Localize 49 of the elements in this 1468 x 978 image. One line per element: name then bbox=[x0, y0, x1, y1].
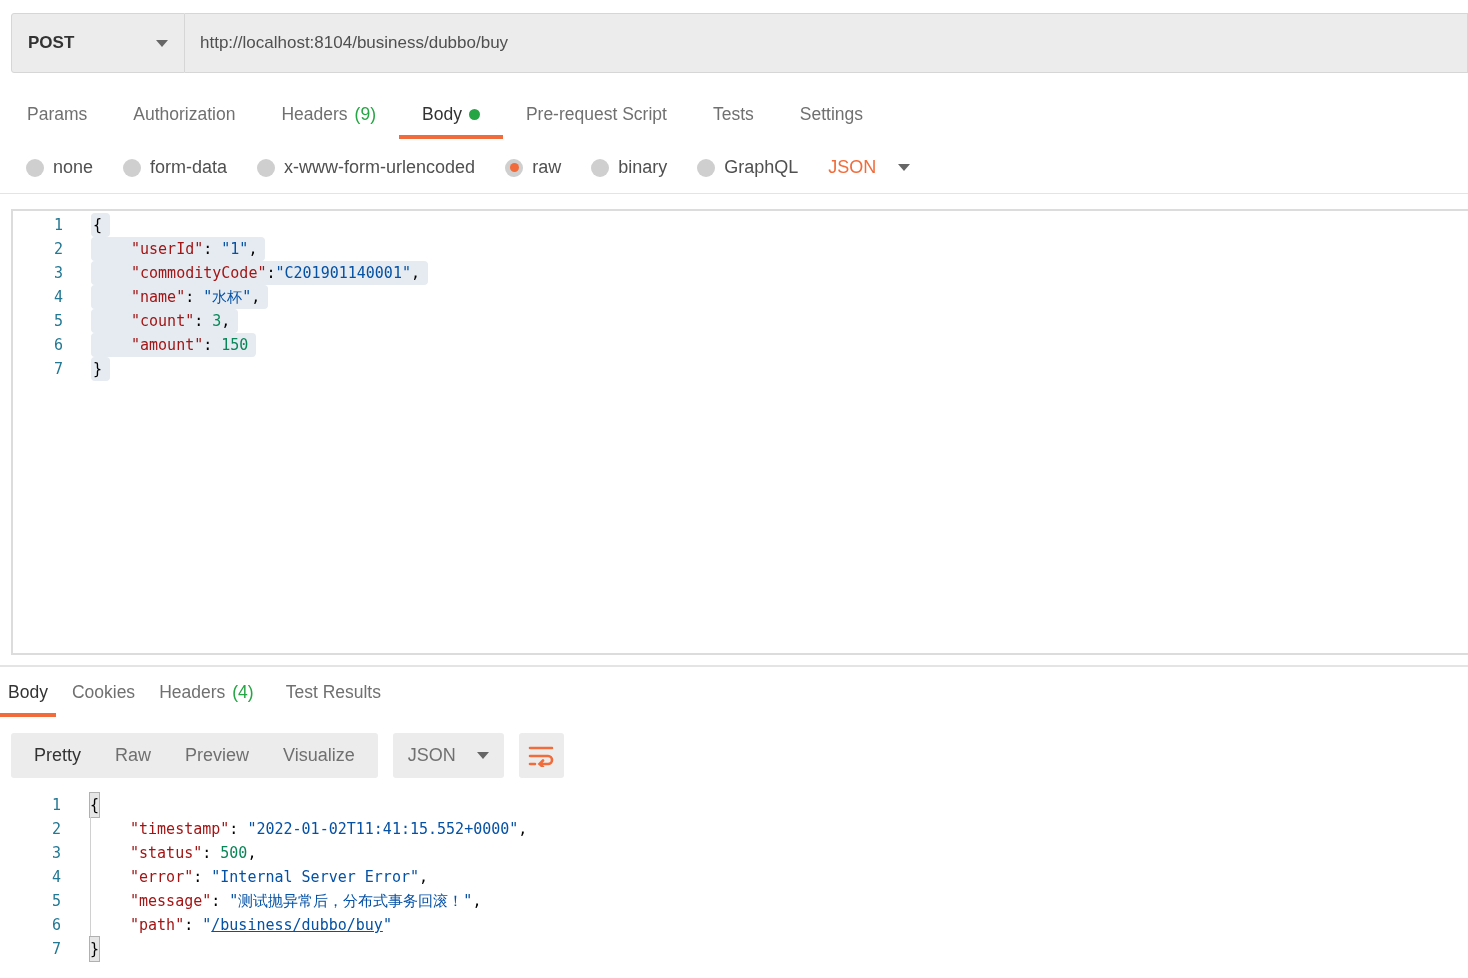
body-type-radio[interactable]: raw bbox=[505, 154, 562, 181]
line-number: 5 bbox=[52, 310, 63, 332]
line-number: 4 bbox=[52, 286, 63, 308]
request-tab[interactable]: Settings bbox=[776, 93, 886, 139]
line-number: 3 bbox=[50, 842, 61, 864]
request-tab[interactable]: Authorization bbox=[110, 93, 259, 139]
code-line: "error": "Internal Server Error", bbox=[90, 865, 429, 889]
line-number: 1 bbox=[50, 794, 61, 816]
line-number: 7 bbox=[52, 358, 63, 380]
view-mode-tab[interactable]: Visualize bbox=[266, 742, 372, 769]
response-tab[interactable]: Body bbox=[0, 671, 56, 717]
caret-icon bbox=[476, 752, 489, 759]
url-field[interactable]: http://localhost:8104/business/dubbo/buy bbox=[185, 13, 1468, 73]
line-number: 2 bbox=[52, 238, 63, 260]
body-type-radio[interactable]: binary bbox=[591, 154, 668, 181]
request-tab[interactable]: Params bbox=[4, 93, 111, 139]
response-tab[interactable]: Test Results bbox=[277, 671, 389, 717]
response-tab[interactable]: Headers (4) bbox=[151, 671, 262, 717]
path-link[interactable]: /business/dubbo/buy bbox=[211, 916, 383, 934]
request-tab[interactable]: Headers (9) bbox=[258, 93, 399, 139]
body-type-radio[interactable]: GraphQL bbox=[697, 154, 799, 181]
response-tab[interactable]: Cookies bbox=[63, 671, 144, 717]
body-type-radio[interactable]: none bbox=[26, 154, 94, 181]
request-tab[interactable]: Tests bbox=[689, 93, 777, 139]
line-number: 2 bbox=[50, 818, 61, 840]
line-number: 4 bbox=[50, 866, 61, 888]
view-mode-tab[interactable]: Pretty bbox=[17, 742, 98, 769]
line-number: 6 bbox=[52, 334, 63, 356]
request-tab[interactable]: Body bbox=[399, 93, 503, 139]
line-number: 3 bbox=[52, 262, 63, 284]
caret-icon bbox=[156, 39, 168, 47]
method-dropdown[interactable]: POST bbox=[11, 13, 185, 73]
line-number: 7 bbox=[50, 938, 61, 960]
wrap-lines-button[interactable] bbox=[518, 733, 564, 778]
code-line: "timestamp": "2022-01-02T11:41:15.552+0000", bbox=[90, 817, 528, 841]
code-line: "status": 500, bbox=[90, 841, 257, 865]
view-mode-tab[interactable]: Raw bbox=[98, 742, 169, 769]
body-type-radio[interactable]: x-www-form-urlencoded bbox=[257, 154, 476, 181]
view-mode-tab[interactable]: Preview bbox=[168, 742, 267, 769]
request-tab[interactable]: Pre-request Script bbox=[502, 93, 690, 139]
body-type-radio[interactable]: form-data bbox=[123, 154, 228, 181]
code-line: "message": "测试抛异常后，分布式事务回滚！", bbox=[90, 889, 482, 913]
format-dropdown[interactable]: JSON bbox=[828, 154, 911, 181]
line-number: 1 bbox=[52, 214, 63, 236]
wrap-lines-icon bbox=[528, 744, 555, 767]
line-number: 5 bbox=[50, 890, 61, 912]
response-format-dropdown[interactable]: JSON bbox=[392, 733, 504, 778]
caret-icon bbox=[898, 164, 911, 171]
line-number: 6 bbox=[50, 914, 61, 936]
